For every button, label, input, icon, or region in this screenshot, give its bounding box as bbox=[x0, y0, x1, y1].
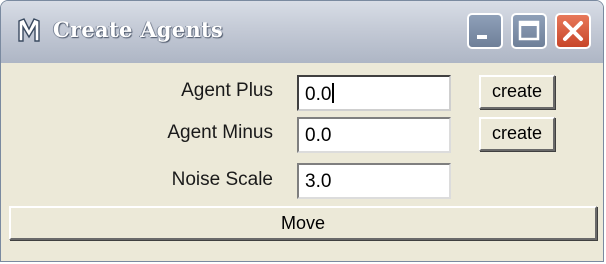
window-title: Create Agents bbox=[53, 17, 224, 42]
noise-scale-label: Noise Scale bbox=[171, 169, 273, 190]
minimize-icon bbox=[477, 35, 487, 39]
create-agents-window: Create Agents Agent Plus 0.0 create Agen… bbox=[0, 0, 604, 262]
noise-scale-field[interactable]: 3.0 bbox=[297, 163, 451, 199]
agent-plus-label: Agent Plus bbox=[181, 80, 273, 101]
agent-plus-create-button[interactable]: create bbox=[479, 75, 555, 109]
maximize-button[interactable] bbox=[511, 13, 547, 49]
agent-minus-value: 0.0 bbox=[305, 125, 332, 146]
agent-minus-field[interactable]: 0.0 bbox=[297, 117, 451, 153]
minimize-button[interactable] bbox=[467, 13, 503, 49]
title-bar[interactable]: Create Agents bbox=[1, 1, 603, 64]
maya-m-icon bbox=[18, 18, 40, 42]
agent-plus-value: 0.0 bbox=[305, 84, 332, 105]
agent-minus-label: Agent Minus bbox=[167, 122, 273, 143]
text-caret bbox=[332, 83, 335, 103]
agent-plus-field[interactable]: 0.0 bbox=[297, 75, 451, 111]
close-button[interactable] bbox=[555, 13, 591, 49]
move-button[interactable]: Move bbox=[9, 206, 597, 240]
content-panel: Agent Plus 0.0 create Agent Minus 0.0 cr… bbox=[1, 63, 603, 261]
maximize-icon bbox=[518, 20, 540, 41]
close-icon bbox=[563, 21, 583, 41]
agent-minus-create-button[interactable]: create bbox=[479, 117, 555, 151]
noise-scale-value: 3.0 bbox=[305, 171, 332, 192]
